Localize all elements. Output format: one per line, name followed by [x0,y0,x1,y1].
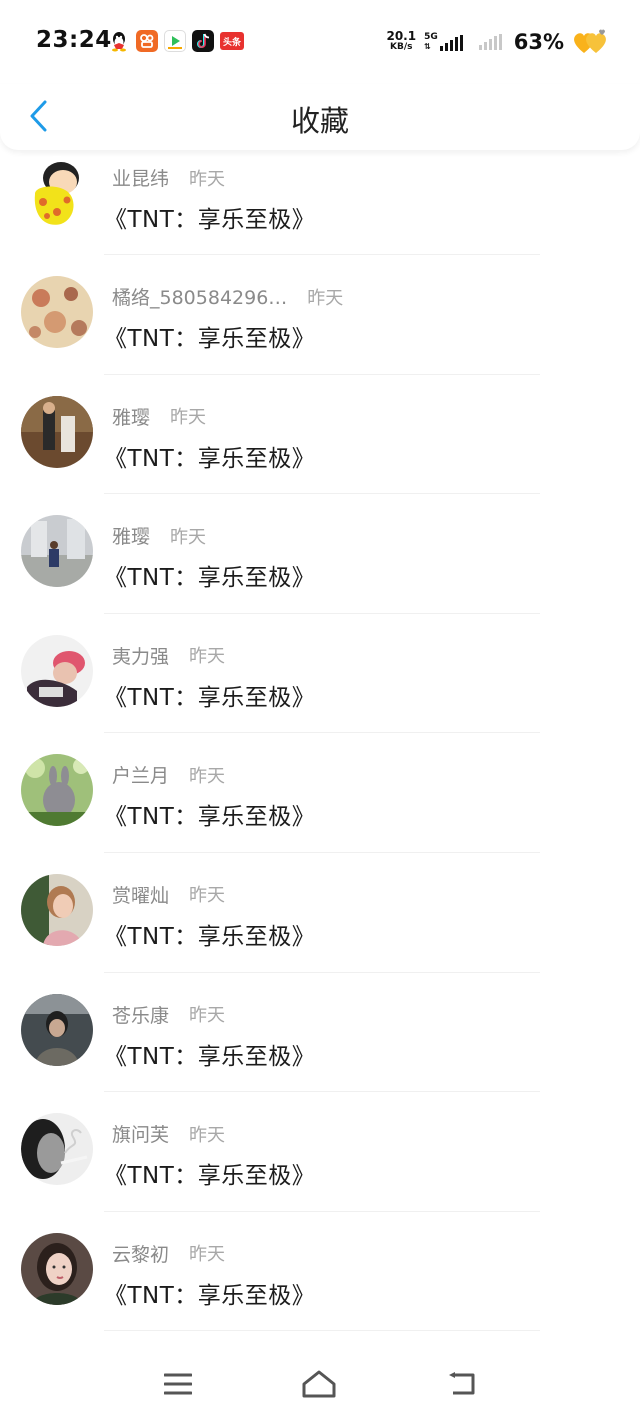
cellular-signal-icon: 5G ⇅ [424,33,463,51]
favorites-list: 业昆纬 昨天 《TNT：享乐至极》 橘络_580584296… 昨天 《TNT：享乐至极》… [0,150,640,1332]
username[interactable]: 夷力强 [112,642,169,669]
timestamp: 昨天 [189,168,226,190]
back-icon [449,1372,475,1395]
menu-button[interactable] [158,1364,198,1404]
favorite-title[interactable]: 《TNT：享乐至极》 [104,200,315,234]
timestamp: 昨天 [189,1244,226,1266]
favorite-item[interactable]: 橘络_580584296… 昨天《TNT：享乐至极》 [0,255,640,375]
system-indicators: 20.1 KB/s 5G ⇅ 63% [386,27,612,57]
avatar[interactable] [21,634,93,707]
douyin-icon [192,30,214,52]
favorite-item[interactable]: 赏曜灿 昨天《TNT：享乐至极》 [0,853,640,973]
page-title: 收藏 [290,104,349,138]
network-speed: 20.1 KB/s [386,29,417,52]
item-meta: 业昆纬 昨天 [112,164,225,191]
battery-level: 63% [513,30,564,54]
item-meta: 苍乐康 昨天 [112,1001,225,1028]
avatar[interactable] [21,395,93,468]
favorite-item[interactable]: 雅璎 昨天《TNT：享乐至极》 [0,494,640,614]
home-button[interactable] [299,1364,339,1404]
kuaishou-icon [136,30,158,52]
item-meta: 雅璎 昨天 [112,522,206,549]
username[interactable]: 雅璎 [112,403,150,430]
favorite-title[interactable]: 《TNT：享乐至极》 [104,1037,315,1071]
username[interactable]: 云黎初 [112,1240,169,1267]
ixigua-icon [164,30,186,52]
username[interactable]: 赏曜灿 [112,881,169,908]
username[interactable]: 苍乐康 [112,1001,169,1028]
item-meta: 雅璎 昨天 [112,403,206,430]
secondary-signal-icon [478,34,502,50]
favorite-item[interactable]: 雅璎 昨天《TNT：享乐至极》 [0,375,640,495]
battery-heart-icon [572,27,612,57]
avatar[interactable] [21,1113,93,1186]
avatar[interactable] [21,276,93,348]
timestamp: 昨天 [189,885,226,907]
favorite-title[interactable]: 《TNT：享乐至极》 [104,678,315,712]
toutiao-icon: 头条 [220,32,244,50]
favorite-title[interactable]: 《TNT：享乐至极》 [104,558,315,592]
item-meta: 夷力强 昨天 [112,642,225,669]
timestamp: 昨天 [307,287,344,309]
favorite-item[interactable]: 业昆纬 昨天《TNT：享乐至极》 [0,150,640,255]
status-bar: 23:24 头条 20.1 KB/s 5G ⇅ 63% [0,0,640,84]
favorite-item[interactable]: 旗问芙 昨天《TNT：享乐至极》 [0,1092,640,1212]
avatar[interactable] [21,754,93,827]
divider [104,1330,540,1332]
favorite-item[interactable]: 苍乐康 昨天《TNT：享乐至极》 [0,973,640,1093]
timestamp: 昨天 [189,765,226,787]
avatar[interactable] [21,993,93,1066]
notification-icons: 头条 [108,30,244,52]
username[interactable]: 雅璎 [112,522,150,549]
username[interactable]: 户兰月 [112,761,169,788]
app-header: 收藏 [0,84,640,150]
favorite-item[interactable]: 夷力强 昨天《TNT：享乐至极》 [0,614,640,734]
item-meta: 旗问芙 昨天 [112,1120,225,1147]
item-meta: 云黎初 昨天 [112,1240,225,1267]
favorite-title[interactable]: 《TNT：享乐至极》 [104,797,315,831]
timestamp: 昨天 [189,646,226,668]
favorite-title[interactable]: 《TNT：享乐至极》 [104,917,315,951]
username[interactable]: 业昆纬 [112,164,169,191]
avatar[interactable] [21,515,93,588]
item-meta: 赏曜灿 昨天 [112,881,225,908]
username[interactable]: 橘络_580584296… [112,283,287,310]
qq-icon [108,30,130,52]
username[interactable]: 旗问芙 [112,1120,169,1147]
item-meta: 户兰月 昨天 [112,761,225,788]
clock: 23:24 [36,27,112,53]
timestamp: 昨天 [170,407,207,429]
favorite-title[interactable]: 《TNT：享乐至极》 [104,439,315,473]
favorite-item[interactable]: 户兰月 昨天《TNT：享乐至极》 [0,733,640,853]
timestamp: 昨天 [189,1124,226,1146]
avatar[interactable] [21,156,93,228]
home-icon [302,1370,336,1398]
avatar[interactable] [21,873,93,946]
system-nav-bar [0,1350,640,1422]
favorite-item[interactable]: 云黎初 昨天《TNT：享乐至极》 [0,1212,640,1332]
favorite-title[interactable]: 《TNT：享乐至极》 [104,1276,315,1310]
favorite-title[interactable]: 《TNT：享乐至极》 [104,1156,315,1190]
item-meta: 橘络_580584296… 昨天 [112,283,343,310]
menu-icon [164,1373,192,1395]
avatar[interactable] [21,1232,93,1305]
timestamp: 昨天 [170,526,207,548]
timestamp: 昨天 [189,1005,226,1027]
back-nav-button[interactable] [442,1364,482,1404]
favorite-title[interactable]: 《TNT：享乐至极》 [104,319,315,353]
